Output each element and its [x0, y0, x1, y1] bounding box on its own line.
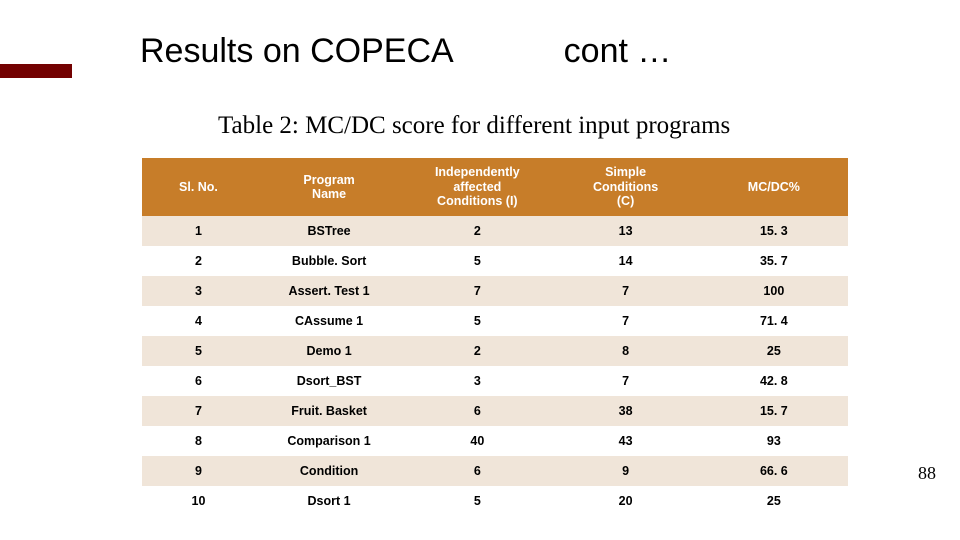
table-row: 9Condition6966. 6 — [142, 456, 848, 486]
cell-m: 25 — [700, 336, 848, 366]
cell-i: 5 — [403, 306, 551, 336]
cell-c: 14 — [551, 246, 699, 276]
cell-m: 25 — [700, 486, 848, 516]
cell-name: Dsort 1 — [255, 486, 403, 516]
cell-i: 5 — [403, 486, 551, 516]
cell-sl: 6 — [142, 366, 255, 396]
page-number: 88 — [918, 463, 936, 484]
header-c: SimpleConditions(C) — [551, 158, 699, 216]
cell-c: 8 — [551, 336, 699, 366]
table-row: 8Comparison 1404393 — [142, 426, 848, 456]
table-row: 6Dsort_BST3742. 8 — [142, 366, 848, 396]
cell-c: 7 — [551, 366, 699, 396]
cell-sl: 9 — [142, 456, 255, 486]
cell-m: 15. 3 — [700, 216, 848, 246]
cell-m: 100 — [700, 276, 848, 306]
table-row: 10Dsort 152025 — [142, 486, 848, 516]
table-row: 1BSTree21315. 3 — [142, 216, 848, 246]
cell-c: 20 — [551, 486, 699, 516]
table-row: 2Bubble. Sort51435. 7 — [142, 246, 848, 276]
cell-sl: 3 — [142, 276, 255, 306]
cell-c: 13 — [551, 216, 699, 246]
table-caption: Table 2: MC/DC score for different input… — [218, 112, 730, 140]
cell-sl: 1 — [142, 216, 255, 246]
title-left: Results on COPECA — [140, 32, 454, 71]
cell-sl: 10 — [142, 486, 255, 516]
cell-i: 2 — [403, 216, 551, 246]
cell-name: Comparison 1 — [255, 426, 403, 456]
cell-i: 6 — [403, 396, 551, 426]
cell-i: 7 — [403, 276, 551, 306]
header-i: IndependentlyaffectedConditions (I) — [403, 158, 551, 216]
data-table: Sl. No. ProgramName Independentlyaffecte… — [142, 158, 848, 516]
cell-m: 71. 4 — [700, 306, 848, 336]
cell-name: Demo 1 — [255, 336, 403, 366]
table-row: 5Demo 12825 — [142, 336, 848, 366]
cell-sl: 7 — [142, 396, 255, 426]
table-header-row: Sl. No. ProgramName Independentlyaffecte… — [142, 158, 848, 216]
slide-title: Results on COPECA cont … — [140, 32, 920, 71]
cell-name: Fruit. Basket — [255, 396, 403, 426]
cell-c: 43 — [551, 426, 699, 456]
cell-name: CAssume 1 — [255, 306, 403, 336]
cell-i: 2 — [403, 336, 551, 366]
table-body: 1BSTree21315. 3 2Bubble. Sort51435. 7 3A… — [142, 216, 848, 516]
cell-m: 42. 8 — [700, 366, 848, 396]
header-name: ProgramName — [255, 158, 403, 216]
header-slno: Sl. No. — [142, 158, 255, 216]
title-right: cont … — [564, 32, 672, 71]
cell-i: 40 — [403, 426, 551, 456]
cell-name: BSTree — [255, 216, 403, 246]
accent-bar — [0, 64, 72, 78]
cell-name: Assert. Test 1 — [255, 276, 403, 306]
cell-name: Dsort_BST — [255, 366, 403, 396]
cell-sl: 4 — [142, 306, 255, 336]
cell-sl: 5 — [142, 336, 255, 366]
cell-sl: 8 — [142, 426, 255, 456]
table-row: 3Assert. Test 177100 — [142, 276, 848, 306]
header-mcdc: MC/DC% — [700, 158, 848, 216]
cell-i: 5 — [403, 246, 551, 276]
cell-m: 15. 7 — [700, 396, 848, 426]
cell-i: 3 — [403, 366, 551, 396]
table-row: 7Fruit. Basket63815. 7 — [142, 396, 848, 426]
table-wrap: Sl. No. ProgramName Independentlyaffecte… — [142, 158, 848, 516]
cell-c: 7 — [551, 306, 699, 336]
table-row: 4CAssume 15771. 4 — [142, 306, 848, 336]
cell-name: Condition — [255, 456, 403, 486]
cell-c: 38 — [551, 396, 699, 426]
cell-c: 9 — [551, 456, 699, 486]
cell-m: 93 — [700, 426, 848, 456]
cell-sl: 2 — [142, 246, 255, 276]
slide: Results on COPECA cont … Table 2: MC/DC … — [0, 0, 960, 540]
cell-m: 66. 6 — [700, 456, 848, 486]
cell-i: 6 — [403, 456, 551, 486]
cell-name: Bubble. Sort — [255, 246, 403, 276]
cell-m: 35. 7 — [700, 246, 848, 276]
cell-c: 7 — [551, 276, 699, 306]
